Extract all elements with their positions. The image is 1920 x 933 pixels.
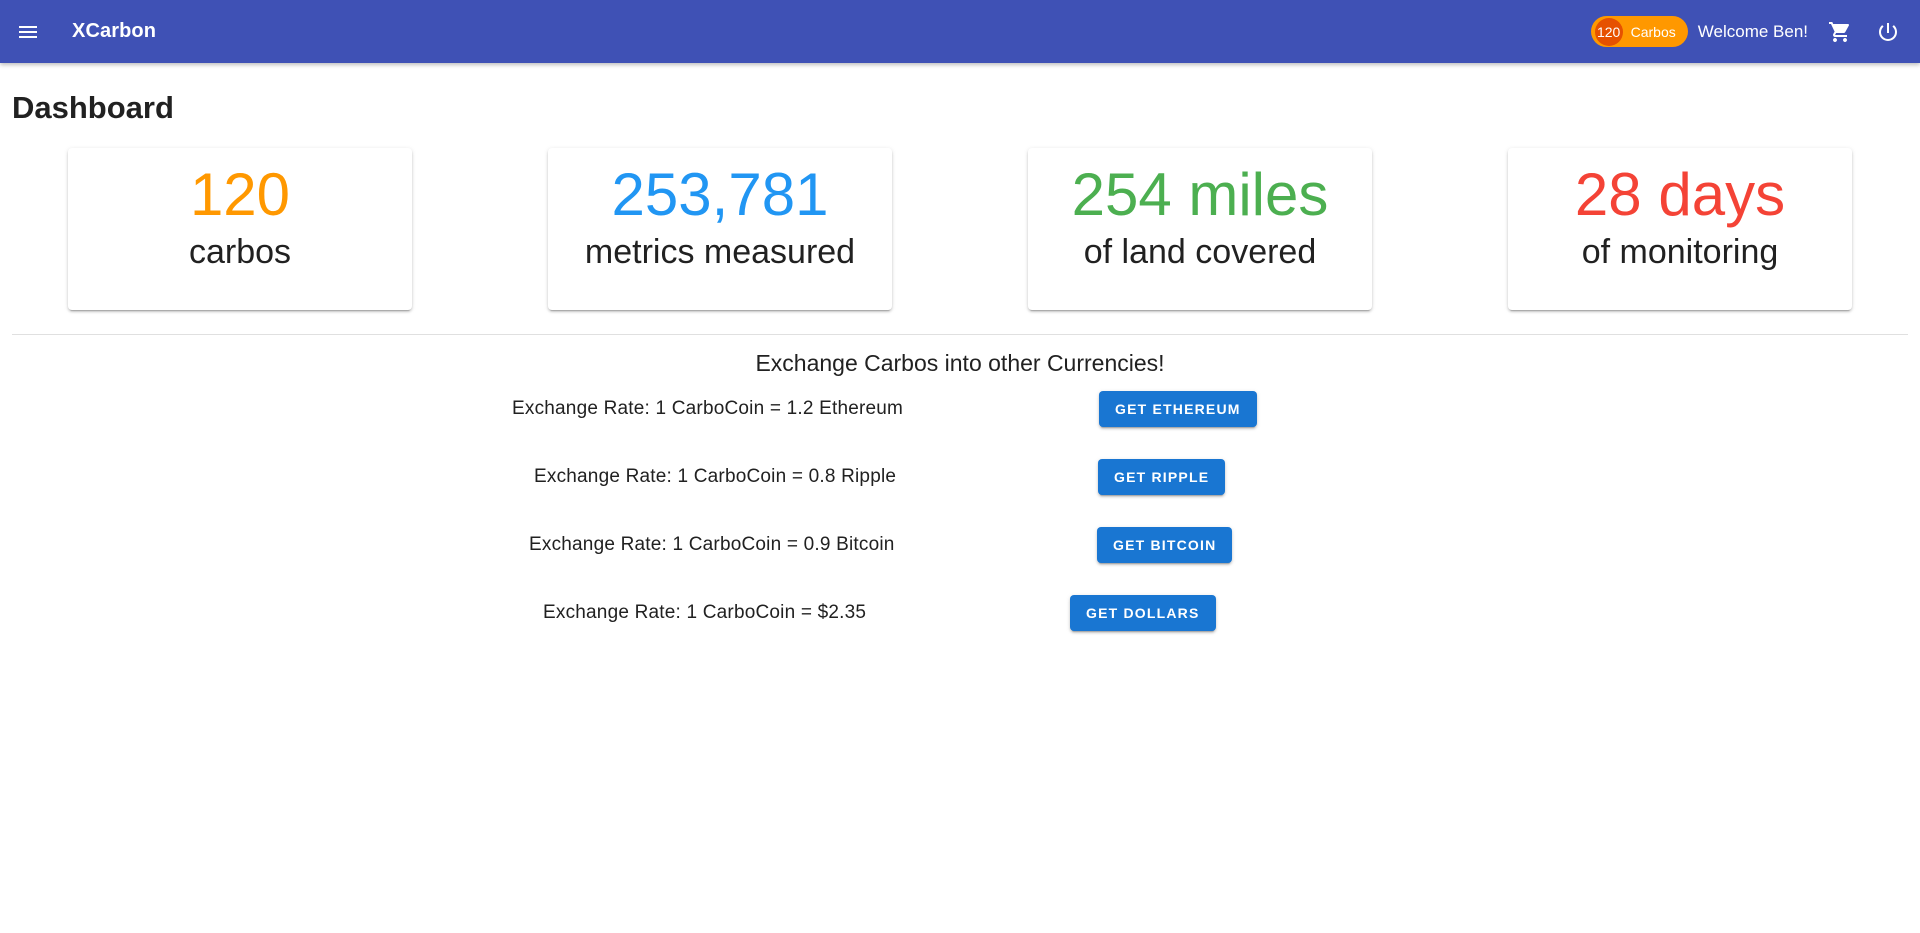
exchange-row-bitcoin: Exchange Rate: 1 CarboCoin = 0.9 Bitcoin… [0,525,1920,565]
exchange-rate-text: Exchange Rate: 1 CarboCoin = 1.2 Ethereu… [512,398,904,419]
stat-card-metrics: 253,781 metrics measured [548,148,892,310]
stat-value: 253,781 [611,161,829,228]
stat-value: 254 miles [1071,161,1329,228]
stat-label: of land covered [1083,233,1317,271]
chip-count: 120 [1594,17,1623,46]
power-icon [1879,22,1897,41]
stat-label: carbos [188,233,292,271]
menu-button[interactable] [0,0,56,63]
app-title: XCarbon [72,20,157,42]
hamburger-menu-icon [19,25,37,38]
get-ethereum-button[interactable]: Get Ethereum [1099,391,1257,427]
stat-label: of monitoring [1581,233,1779,271]
exchange-rate-text: Exchange Rate: 1 CarboCoin = 0.9 Bitcoin [529,534,895,555]
exchange-heading: Exchange Carbos into other Currencies! [755,350,1165,376]
get-dollars-button[interactable]: Get Dollars [1070,595,1216,631]
cart-icon [1829,21,1850,42]
section-divider [12,334,1908,335]
stat-label: metrics measured [584,233,856,271]
chip-label: Carbos [1630,23,1676,40]
exchange-row-ethereum: Exchange Rate: 1 CarboCoin = 1.2 Ethereu… [0,389,1920,429]
welcome-text: Welcome Ben! [1697,21,1808,41]
get-ripple-button[interactable]: Get Ripple [1098,459,1226,495]
stat-value: 28 days [1574,161,1786,228]
stat-card-land: 254 miles of land covered [1028,148,1372,310]
cart-button[interactable] [1816,8,1864,56]
carbos-chip[interactable]: 120 Carbos [1590,16,1688,47]
page-title: Dashboard [12,90,174,125]
exchange-row-dollars: Exchange Rate: 1 CarboCoin = $2.35 Get D… [0,593,1920,633]
stat-card-monitoring: 28 days of monitoring [1508,148,1852,310]
stat-value: 120 [189,161,291,228]
app-bar: XCarbon 120 Carbos Welcome Ben! [0,0,1920,63]
stats-row: 120 carbos 253,781 metrics measured 254 … [68,148,1852,310]
logout-button[interactable] [1864,8,1912,56]
exchange-rate-text: Exchange Rate: 1 CarboCoin = 0.8 Ripple [534,466,897,487]
exchange-rate-text: Exchange Rate: 1 CarboCoin = $2.35 [543,602,867,623]
exchange-row-ripple: Exchange Rate: 1 CarboCoin = 0.8 Ripple … [0,457,1920,497]
get-bitcoin-button[interactable]: Get Bitcoin [1097,527,1233,563]
stat-card-carbos: 120 carbos [68,148,412,310]
